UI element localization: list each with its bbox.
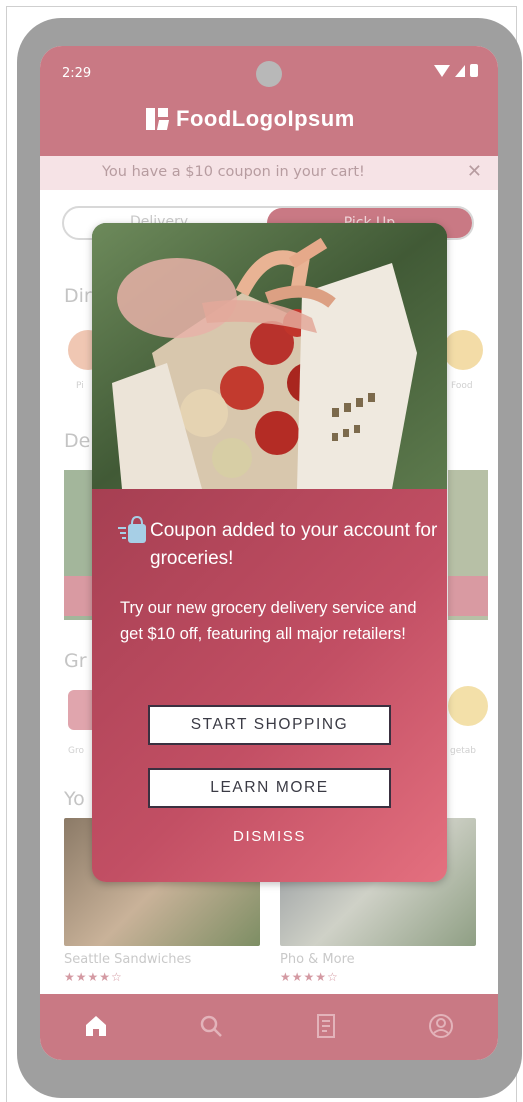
category-label: getab (450, 746, 477, 756)
logo-mark-icon (146, 108, 170, 130)
app-header: 2:29 FoodLogoIpsum (40, 46, 498, 156)
promo-card-band (448, 576, 488, 616)
signal-icon (455, 64, 465, 77)
coupon-banner-text: You have a $10 coupon in your cart! (102, 164, 365, 180)
modal-body: Coupon added to your account for groceri… (92, 489, 447, 882)
modal-hero-image (92, 223, 447, 489)
close-icon[interactable]: ✕ (467, 161, 482, 182)
bottom-nav (40, 994, 498, 1060)
start-shopping-button[interactable]: START SHOPPING (148, 705, 391, 745)
restaurant-name[interactable]: Pho & More (280, 952, 355, 967)
category-icon[interactable] (448, 686, 488, 726)
modal-title: Coupon added to your account for groceri… (150, 520, 438, 569)
coupon-banner: You have a $10 coupon in your cart! ✕ (40, 156, 498, 190)
restaurant-rating: ★★★★☆ (64, 970, 123, 984)
section-heading: Gr (64, 650, 87, 672)
status-icons (434, 64, 478, 77)
app-logo: FoodLogoIpsum (146, 106, 355, 132)
section-heading: Dir (64, 285, 92, 307)
restaurant-rating: ★★★★☆ (280, 970, 339, 984)
category-icon[interactable] (443, 330, 483, 370)
dismiss-button[interactable]: DISMISS (92, 828, 447, 845)
restaurant-name[interactable]: Seattle Sandwiches (64, 952, 191, 967)
promo-card-band (64, 576, 92, 616)
home-icon[interactable] (82, 1012, 110, 1040)
category-label: Food (451, 381, 473, 391)
section-heading: Yo (64, 788, 85, 810)
camera-cutout (256, 61, 282, 87)
shopping-bag-icon (118, 515, 146, 543)
category-label: Pi (76, 381, 84, 391)
logo-text: FoodLogoIpsum (176, 106, 355, 131)
receipt-icon[interactable] (312, 1012, 340, 1040)
section-heading: De (64, 430, 91, 452)
modal-description: Try our new grocery delivery service and… (120, 599, 417, 643)
search-icon[interactable] (197, 1012, 225, 1040)
category-label: Gro (68, 746, 84, 756)
coupon-modal: Coupon added to your account for groceri… (92, 223, 447, 882)
battery-icon (470, 64, 478, 77)
wifi-icon (434, 64, 450, 77)
learn-more-button[interactable]: LEARN MORE (148, 768, 391, 808)
status-time: 2:29 (62, 66, 92, 81)
account-icon[interactable] (427, 1012, 455, 1040)
grocery-bag-photo (92, 223, 447, 489)
